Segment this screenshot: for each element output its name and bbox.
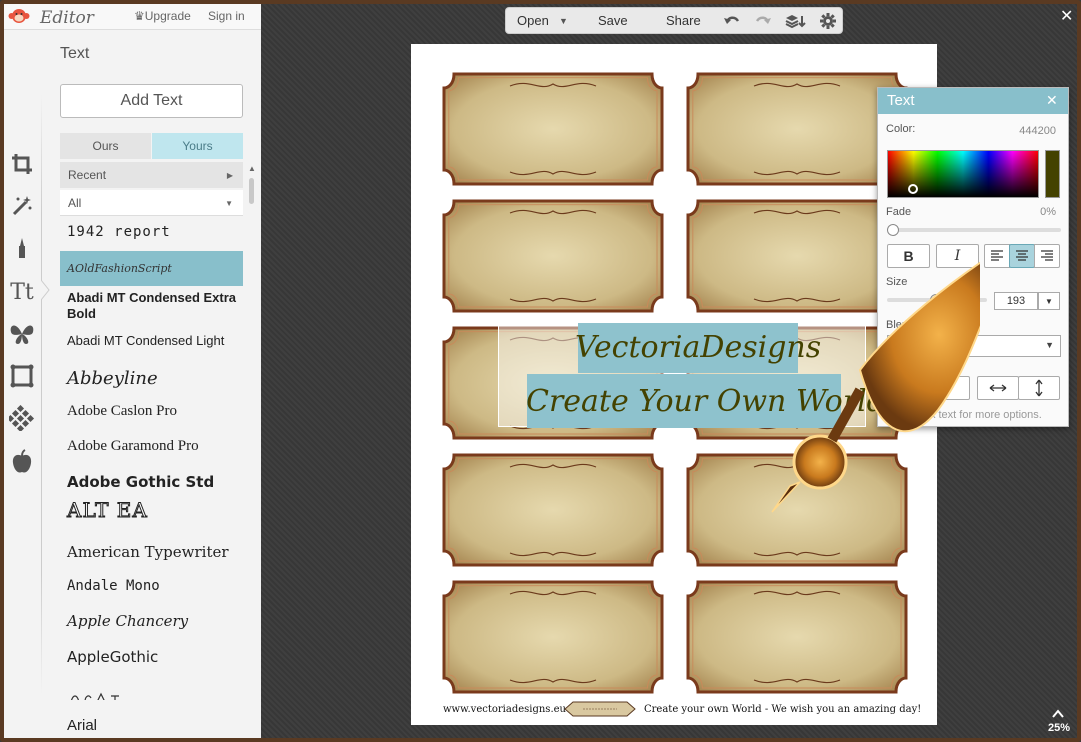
active-tool-pointer — [41, 280, 50, 300]
size-input[interactable]: 193 — [994, 292, 1038, 310]
font-item-partial[interactable] — [60, 690, 243, 700]
font-item[interactable]: Abbeyline — [60, 368, 243, 394]
font-item[interactable]: Adobe Garamond Pro — [60, 438, 243, 460]
font-item[interactable]: Adobe Caslon Pro — [60, 403, 243, 425]
top-bar: Editor ♛Upgrade Sign in — [4, 4, 261, 30]
tab-ours[interactable]: Ours — [60, 133, 151, 159]
scroll-thumb[interactable] — [249, 178, 254, 204]
fade-value: 0% — [1040, 206, 1056, 218]
text-panel-title: Text — [60, 45, 90, 62]
flip-vertical-icon — [1035, 379, 1043, 397]
settings-gear-icon[interactable] — [819, 12, 837, 30]
layers-icon[interactable] — [784, 12, 806, 30]
align-right-icon — [1041, 250, 1053, 261]
align-left-button[interactable] — [984, 244, 1010, 268]
frames-icon[interactable] — [8, 362, 36, 390]
vintage-label[interactable] — [440, 197, 666, 315]
upgrade-link[interactable]: ♛Upgrade — [134, 9, 191, 23]
share-button[interactable]: Share — [666, 13, 701, 28]
add-text-button[interactable]: Add Text — [60, 84, 243, 118]
align-right-button[interactable] — [1034, 244, 1060, 268]
close-editor-icon[interactable]: ✕ — [1060, 6, 1073, 26]
crop-icon[interactable] — [8, 150, 36, 178]
font-item[interactable]: Apple Chancery — [60, 612, 243, 636]
undo-icon[interactable] — [723, 12, 741, 30]
font-list: 1942 report AOldFashionScript Abadi MT C… — [60, 220, 243, 738]
recent-dropdown[interactable]: Recent ▶ — [60, 162, 243, 188]
textures-icon[interactable] — [8, 404, 36, 432]
tab-yours[interactable]: Yours — [152, 133, 243, 159]
fade-label: Fade — [886, 206, 912, 218]
fade-slider[interactable] — [887, 228, 1061, 232]
align-center-button[interactable] — [1009, 244, 1035, 268]
tool-rail: Tt — [4, 144, 40, 484]
font-item[interactable]: American Typewriter — [60, 543, 243, 565]
flip-horizontal-button[interactable] — [977, 376, 1019, 400]
caret-down-icon: ▼ — [225, 199, 233, 208]
theme-apple-icon[interactable] — [8, 448, 36, 476]
upgrade-label: Upgrade — [144, 9, 191, 23]
font-item[interactable]: ALT EA — [60, 498, 243, 524]
font-item[interactable]: Abadi MT Condensed Extra Bold — [60, 290, 243, 318]
size-dropdown-arrow[interactable]: ▼ — [1038, 292, 1060, 310]
blend-caret-icon: ▼ — [1045, 340, 1054, 350]
redo-icon[interactable] — [754, 12, 772, 30]
sign-in-link[interactable]: Sign in — [208, 9, 245, 23]
color-label: Color: — [886, 123, 916, 135]
caret-right-icon: ▶ — [226, 171, 233, 180]
vintage-label[interactable] — [440, 70, 666, 188]
left-panel: Editor ♛Upgrade Sign in Tt Text Add Text… — [4, 4, 261, 738]
panel-header: Text ✕ — [878, 88, 1068, 114]
close-panel-icon[interactable]: ✕ — [1046, 92, 1058, 109]
partial-font-preview — [71, 692, 119, 700]
effects-wand-icon[interactable] — [8, 192, 36, 220]
font-item[interactable]: Abadi MT Condensed Light — [60, 333, 243, 353]
editor-brand: Editor — [40, 8, 94, 28]
font-filter-select[interactable]: All ▼ — [60, 190, 243, 216]
overlays-butterfly-icon[interactable] — [8, 320, 36, 348]
filter-label: All — [68, 195, 82, 210]
fade-slider-knob[interactable] — [887, 224, 899, 236]
vintage-label[interactable] — [684, 578, 910, 696]
font-item[interactable]: Andale Mono — [60, 578, 243, 600]
top-toolbar: Open ▼ Save Share — [505, 7, 843, 34]
font-list-scrollbar[interactable]: ▲ — [248, 164, 256, 734]
font-item[interactable]: AppleGothic — [60, 648, 243, 670]
decorative-arrow-overlay — [771, 261, 980, 513]
touch-up-icon[interactable] — [8, 234, 36, 262]
vintage-label[interactable] — [440, 578, 666, 696]
vintage-label[interactable] — [440, 451, 666, 569]
zoom-level[interactable]: 25% — [1048, 722, 1070, 734]
align-center-icon — [1016, 250, 1028, 261]
text-tool-icon[interactable]: Tt — [8, 278, 36, 306]
scroll-up-icon[interactable]: ▲ — [248, 164, 256, 173]
footer-tagline: Create your own World - We wish you an a… — [644, 704, 922, 715]
font-item[interactable]: Adobe Gothic Std — [60, 473, 243, 495]
flip-vertical-button[interactable] — [1018, 376, 1060, 400]
open-button[interactable]: Open — [517, 13, 549, 28]
footer-url: www.vectoriadesigns.eu — [443, 704, 566, 715]
font-item[interactable]: 1942 report — [60, 224, 243, 250]
footer-logo-badge — [564, 701, 636, 717]
color-picker-handle[interactable] — [908, 184, 918, 194]
zoom-icon[interactable] — [1052, 708, 1064, 718]
recent-label: Recent — [68, 168, 107, 182]
align-left-icon — [991, 250, 1003, 261]
color-hex-value[interactable]: 444200 — [1019, 125, 1056, 137]
flip-horizontal-icon — [989, 384, 1007, 392]
font-item-selected[interactable]: AOldFashionScript — [60, 251, 243, 286]
open-caret-icon[interactable]: ▼ — [559, 16, 568, 26]
color-brightness-swatch[interactable] — [1045, 150, 1060, 198]
rail-divider — [41, 94, 42, 694]
font-item[interactable]: Arial — [60, 717, 243, 738]
panel-title: Text — [887, 92, 915, 109]
crown-icon: ♛ — [134, 9, 145, 23]
save-button[interactable]: Save — [598, 13, 628, 28]
monkey-logo-icon[interactable] — [8, 7, 30, 25]
